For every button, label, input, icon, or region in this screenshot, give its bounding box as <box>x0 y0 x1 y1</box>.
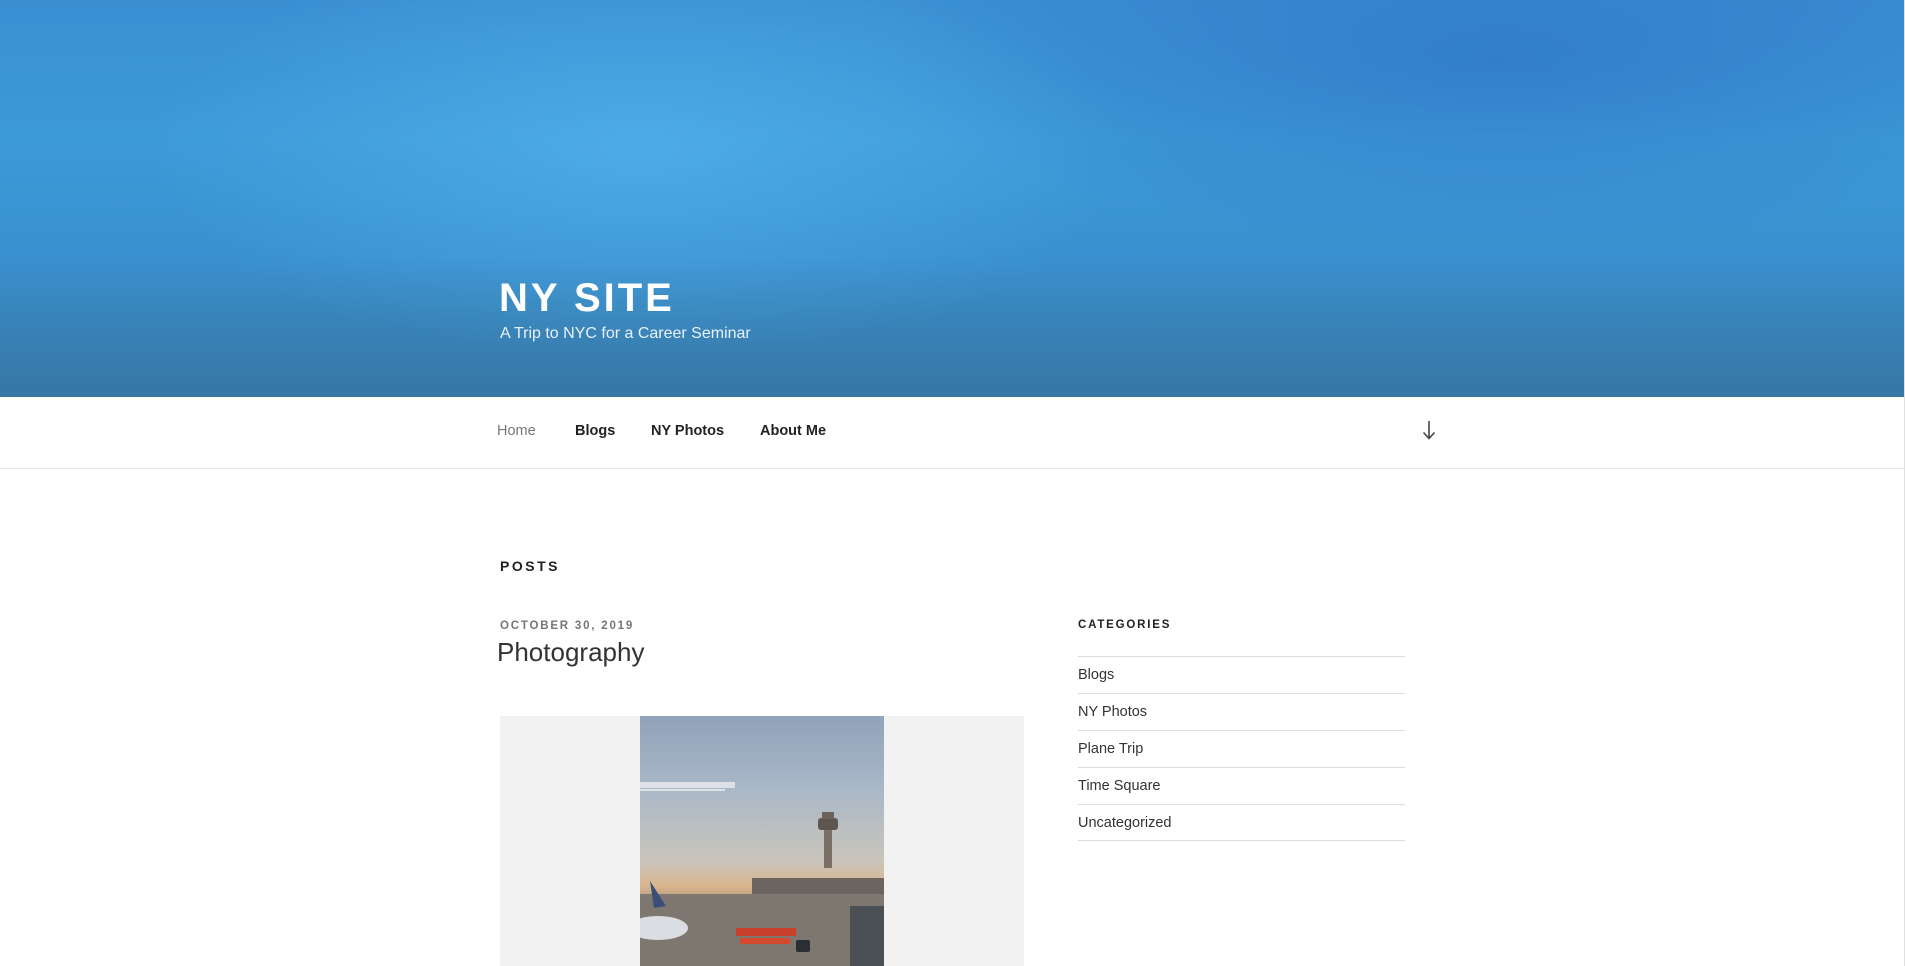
category-link-ny-photos[interactable]: NY Photos <box>1078 693 1405 730</box>
arrow-down-icon[interactable] <box>1419 416 1439 444</box>
posts-heading: POSTS <box>500 558 560 574</box>
nav-item-blogs[interactable]: Blogs <box>575 423 615 439</box>
nav-item-about-me[interactable]: About Me <box>760 423 826 439</box>
nav-item-home[interactable]: Home <box>497 423 536 439</box>
category-link-time-square[interactable]: Time Square <box>1078 767 1405 804</box>
post-title[interactable]: Photography <box>497 637 644 668</box>
post-featured-image[interactable] <box>640 716 884 966</box>
site-title[interactable]: NY SITE <box>499 276 675 321</box>
category-link-plane-trip[interactable]: Plane Trip <box>1078 730 1405 767</box>
category-link-uncategorized[interactable]: Uncategorized <box>1078 804 1405 841</box>
category-link-blogs[interactable]: Blogs <box>1078 656 1405 693</box>
page: NY SITE A Trip to NYC for a Career Semin… <box>0 0 1905 966</box>
main-navigation: Home Blogs NY Photos About Me <box>0 397 1904 469</box>
post-featured-image-frame <box>500 716 1024 966</box>
categories-widget-title: CATEGORIES <box>1078 619 1172 631</box>
site-header: NY SITE A Trip to NYC for a Career Semin… <box>0 0 1904 397</box>
site-description: A Trip to NYC for a Career Seminar <box>500 325 751 342</box>
categories-list: Blogs NY Photos Plane Trip Time Square U… <box>1078 656 1405 841</box>
nav-item-ny-photos[interactable]: NY Photos <box>651 423 724 439</box>
post-date[interactable]: OCTOBER 30, 2019 <box>500 620 634 632</box>
